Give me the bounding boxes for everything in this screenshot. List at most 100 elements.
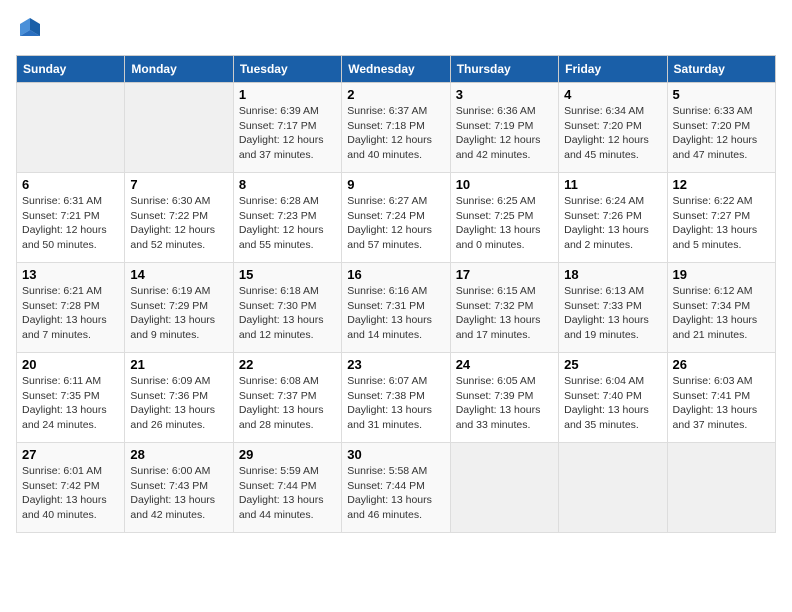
- page-header: [16, 16, 776, 45]
- day-cell: 1 Sunrise: 6:39 AMSunset: 7:17 PMDaylight…: [233, 83, 341, 173]
- day-cell: 10 Sunrise: 6:25 AMSunset: 7:25 PMDayligh…: [450, 173, 558, 263]
- day-number: 10: [456, 177, 553, 192]
- day-cell: 22 Sunrise: 6:08 AMSunset: 7:37 PMDayligh…: [233, 353, 341, 443]
- day-cell: 7 Sunrise: 6:30 AMSunset: 7:22 PMDaylight…: [125, 173, 233, 263]
- day-cell: 5 Sunrise: 6:33 AMSunset: 7:20 PMDaylight…: [667, 83, 775, 173]
- day-number: 20: [22, 357, 119, 372]
- day-number: 19: [673, 267, 770, 282]
- day-cell: 15 Sunrise: 6:18 AMSunset: 7:30 PMDayligh…: [233, 263, 341, 353]
- day-detail: Sunrise: 6:34 AMSunset: 7:20 PMDaylight:…: [564, 104, 661, 163]
- day-cell: 3 Sunrise: 6:36 AMSunset: 7:19 PMDaylight…: [450, 83, 558, 173]
- day-detail: Sunrise: 6:39 AMSunset: 7:17 PMDaylight:…: [239, 104, 336, 163]
- day-cell: 27 Sunrise: 6:01 AMSunset: 7:42 PMDayligh…: [17, 443, 125, 533]
- day-number: 1: [239, 87, 336, 102]
- day-detail: Sunrise: 6:00 AMSunset: 7:43 PMDaylight:…: [130, 464, 227, 523]
- week-row-2: 6Sunrise: 6:31 AMSunset: 7:21 PMDaylight…: [17, 173, 776, 263]
- day-number: 14: [130, 267, 227, 282]
- col-header-saturday: Saturday: [667, 56, 775, 83]
- day-cell: 8 Sunrise: 6:28 AMSunset: 7:23 PMDaylight…: [233, 173, 341, 263]
- day-number: 17: [456, 267, 553, 282]
- logo-icon: [18, 16, 42, 40]
- day-detail: Sunrise: 6:01 AMSunset: 7:42 PMDaylight:…: [22, 464, 119, 523]
- week-row-1: 1 Sunrise: 6:39 AMSunset: 7:17 PMDaylight…: [17, 83, 776, 173]
- day-cell: 24 Sunrise: 6:05 AMSunset: 7:39 PMDayligh…: [450, 353, 558, 443]
- calendar-body: 1 Sunrise: 6:39 AMSunset: 7:17 PMDaylight…: [17, 83, 776, 533]
- day-cell: 23Sunrise: 6:07 AMSunset: 7:38 PMDayligh…: [342, 353, 450, 443]
- day-number: 29: [239, 447, 336, 462]
- day-cell: 13 Sunrise: 6:21 AMSunset: 7:28 PMDayligh…: [17, 263, 125, 353]
- calendar-table: SundayMondayTuesdayWednesdayThursdayFrid…: [16, 55, 776, 533]
- day-detail: Sunrise: 6:28 AMSunset: 7:23 PMDaylight:…: [239, 194, 336, 253]
- col-header-sunday: Sunday: [17, 56, 125, 83]
- day-cell: 9 Sunrise: 6:27 AMSunset: 7:24 PMDaylight…: [342, 173, 450, 263]
- day-cell: 26Sunrise: 6:03 AMSunset: 7:41 PMDayligh…: [667, 353, 775, 443]
- day-detail: Sunrise: 6:13 AMSunset: 7:33 PMDaylight:…: [564, 284, 661, 343]
- week-row-3: 13 Sunrise: 6:21 AMSunset: 7:28 PMDayligh…: [17, 263, 776, 353]
- logo: [16, 16, 42, 45]
- day-number: 9: [347, 177, 444, 192]
- day-number: 12: [673, 177, 770, 192]
- day-cell: [450, 443, 558, 533]
- week-row-5: 27 Sunrise: 6:01 AMSunset: 7:42 PMDayligh…: [17, 443, 776, 533]
- day-number: 15: [239, 267, 336, 282]
- day-cell: 11 Sunrise: 6:24 AMSunset: 7:26 PMDayligh…: [559, 173, 667, 263]
- day-detail: Sunrise: 6:33 AMSunset: 7:20 PMDaylight:…: [673, 104, 770, 163]
- day-detail: Sunrise: 6:16 AMSunset: 7:31 PMDaylight:…: [347, 284, 444, 343]
- day-number: 2: [347, 87, 444, 102]
- day-detail: Sunrise: 6:04 AMSunset: 7:40 PMDaylight:…: [564, 374, 661, 433]
- col-header-tuesday: Tuesday: [233, 56, 341, 83]
- day-cell: 20Sunrise: 6:11 AMSunset: 7:35 PMDayligh…: [17, 353, 125, 443]
- day-detail: Sunrise: 6:30 AMSunset: 7:22 PMDaylight:…: [130, 194, 227, 253]
- day-number: 28: [130, 447, 227, 462]
- day-number: 4: [564, 87, 661, 102]
- day-number: 16: [347, 267, 444, 282]
- day-cell: 30 Sunrise: 5:58 AMSunset: 7:44 PMDayligh…: [342, 443, 450, 533]
- day-cell: 6Sunrise: 6:31 AMSunset: 7:21 PMDaylight…: [17, 173, 125, 263]
- week-row-4: 20Sunrise: 6:11 AMSunset: 7:35 PMDayligh…: [17, 353, 776, 443]
- day-detail: Sunrise: 6:36 AMSunset: 7:19 PMDaylight:…: [456, 104, 553, 163]
- day-cell: 2 Sunrise: 6:37 AMSunset: 7:18 PMDaylight…: [342, 83, 450, 173]
- day-detail: Sunrise: 6:15 AMSunset: 7:32 PMDaylight:…: [456, 284, 553, 343]
- day-number: 22: [239, 357, 336, 372]
- col-header-monday: Monday: [125, 56, 233, 83]
- day-number: 25: [564, 357, 661, 372]
- day-cell: 4 Sunrise: 6:34 AMSunset: 7:20 PMDaylight…: [559, 83, 667, 173]
- day-detail: Sunrise: 6:12 AMSunset: 7:34 PMDaylight:…: [673, 284, 770, 343]
- day-cell: 19 Sunrise: 6:12 AMSunset: 7:34 PMDayligh…: [667, 263, 775, 353]
- day-number: 13: [22, 267, 119, 282]
- day-detail: Sunrise: 6:18 AMSunset: 7:30 PMDaylight:…: [239, 284, 336, 343]
- day-number: 23: [347, 357, 444, 372]
- day-detail: Sunrise: 6:03 AMSunset: 7:41 PMDaylight:…: [673, 374, 770, 433]
- day-detail: Sunrise: 5:58 AMSunset: 7:44 PMDaylight:…: [347, 464, 444, 523]
- col-header-wednesday: Wednesday: [342, 56, 450, 83]
- day-number: 11: [564, 177, 661, 192]
- day-detail: Sunrise: 6:37 AMSunset: 7:18 PMDaylight:…: [347, 104, 444, 163]
- day-detail: Sunrise: 6:08 AMSunset: 7:37 PMDaylight:…: [239, 374, 336, 433]
- col-header-thursday: Thursday: [450, 56, 558, 83]
- day-cell: 14 Sunrise: 6:19 AMSunset: 7:29 PMDayligh…: [125, 263, 233, 353]
- day-detail: Sunrise: 6:22 AMSunset: 7:27 PMDaylight:…: [673, 194, 770, 253]
- day-detail: Sunrise: 6:05 AMSunset: 7:39 PMDaylight:…: [456, 374, 553, 433]
- col-header-friday: Friday: [559, 56, 667, 83]
- day-detail: Sunrise: 6:31 AMSunset: 7:21 PMDaylight:…: [22, 194, 119, 253]
- day-detail: Sunrise: 6:21 AMSunset: 7:28 PMDaylight:…: [22, 284, 119, 343]
- day-detail: Sunrise: 6:19 AMSunset: 7:29 PMDaylight:…: [130, 284, 227, 343]
- day-number: 3: [456, 87, 553, 102]
- day-number: 5: [673, 87, 770, 102]
- day-detail: Sunrise: 6:24 AMSunset: 7:26 PMDaylight:…: [564, 194, 661, 253]
- day-number: 27: [22, 447, 119, 462]
- day-cell: [125, 83, 233, 173]
- day-cell: 25 Sunrise: 6:04 AMSunset: 7:40 PMDayligh…: [559, 353, 667, 443]
- day-number: 8: [239, 177, 336, 192]
- day-number: 30: [347, 447, 444, 462]
- day-detail: Sunrise: 6:27 AMSunset: 7:24 PMDaylight:…: [347, 194, 444, 253]
- day-cell: 12 Sunrise: 6:22 AMSunset: 7:27 PMDayligh…: [667, 173, 775, 263]
- day-number: 24: [456, 357, 553, 372]
- day-detail: Sunrise: 6:25 AMSunset: 7:25 PMDaylight:…: [456, 194, 553, 253]
- day-number: 21: [130, 357, 227, 372]
- day-cell: [667, 443, 775, 533]
- day-detail: Sunrise: 5:59 AMSunset: 7:44 PMDaylight:…: [239, 464, 336, 523]
- days-header-row: SundayMondayTuesdayWednesdayThursdayFrid…: [17, 56, 776, 83]
- day-cell: 17 Sunrise: 6:15 AMSunset: 7:32 PMDayligh…: [450, 263, 558, 353]
- day-number: 7: [130, 177, 227, 192]
